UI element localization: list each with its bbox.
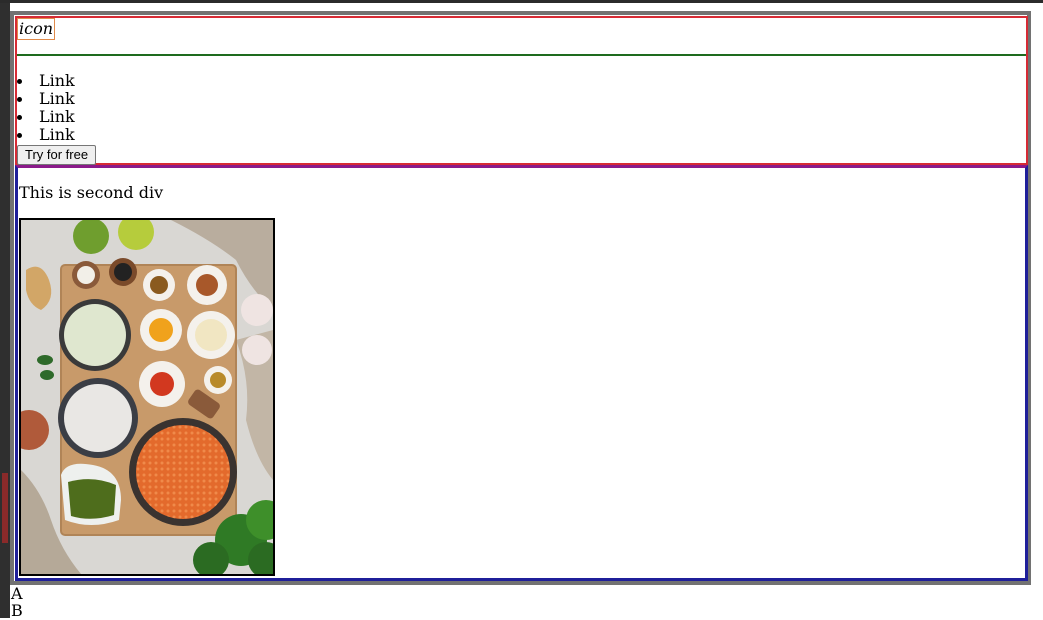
nav-link[interactable]: Link [17, 126, 75, 144]
below-item-b: B [11, 601, 23, 620]
nav-link[interactable]: Link [17, 108, 75, 126]
try-for-free-button[interactable]: Try for free [17, 145, 97, 165]
window-top-strip [0, 0, 1043, 3]
icon-placeholder[interactable]: icon [17, 18, 56, 40]
ingredients-image [19, 218, 275, 576]
first-div: icon Link Link Link Link Try for free [15, 16, 1028, 165]
header-row: icon [17, 18, 1026, 56]
page-container: icon Link Link Link Link Try for free Th… [10, 11, 1031, 585]
nav-link-list: Link Link Link Link [17, 72, 75, 144]
nav-link[interactable]: Link [17, 72, 75, 90]
background-strip [2, 473, 8, 543]
second-div-text: This is second div [19, 183, 164, 202]
second-div: This is second div [15, 165, 1028, 581]
nav-link[interactable]: Link [17, 90, 75, 108]
below-item-a: A [11, 584, 23, 603]
window-left-edge [0, 3, 10, 618]
